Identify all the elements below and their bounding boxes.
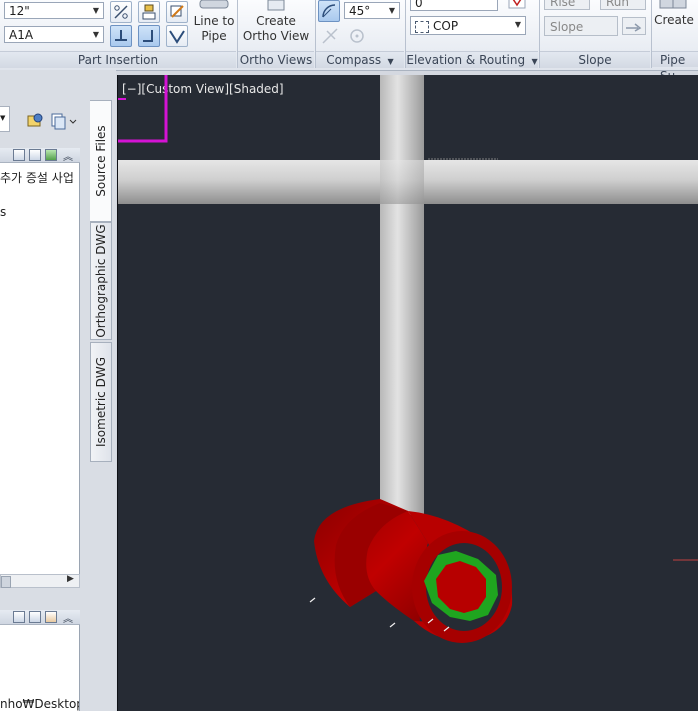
angle-combo[interactable]: 45° ▼: [344, 2, 400, 19]
rise-label: Rise: [550, 0, 576, 9]
slope-button[interactable]: [622, 17, 646, 35]
source-files-tree: 추가 증설 사업 s: [0, 163, 80, 575]
pipe-support-icon: [658, 0, 688, 10]
elbow-button[interactable]: [138, 25, 160, 47]
slope-placeholder: Slope: [550, 20, 584, 34]
part-insertion-title: Part Insertion: [0, 51, 236, 68]
tab-source-files-label: Source Files: [93, 125, 108, 197]
elevation-routing-title[interactable]: Elevation & Routing ▼: [406, 51, 538, 68]
vertical-pipe[interactable]: [380, 75, 424, 515]
line-to-pipe-label-2: Pipe: [201, 29, 227, 43]
valve-icon: [170, 5, 184, 18]
collapse-up-icon[interactable]: ︽: [63, 610, 73, 625]
scroll-thumb[interactable]: [1, 576, 11, 588]
valve-button[interactable]: [166, 1, 188, 23]
cop-combo[interactable]: COP ▼: [410, 16, 526, 35]
fitting-button[interactable]: [138, 1, 160, 23]
spec-combo[interactable]: A1A ▼: [4, 26, 104, 43]
chevron-down-icon: ▼: [514, 20, 522, 29]
chevron-down-icon: ▼: [92, 30, 100, 39]
tab-isometric-dwg[interactable]: Isometric DWG: [90, 342, 112, 462]
project-settings-icon[interactable]: [26, 112, 44, 130]
tree-node-project[interactable]: 추가 증설 사업: [0, 169, 74, 186]
tab-isometric-label: Isometric DWG: [94, 357, 108, 447]
tab-orthographic-dwg[interactable]: Orthographic DWG: [90, 222, 112, 340]
run-label: Run: [606, 0, 630, 9]
rise-input[interactable]: Rise: [544, 0, 590, 10]
elevation-input[interactable]: 0: [410, 0, 498, 11]
chevron-down-icon: ▼: [385, 57, 394, 66]
create-support-button[interactable]: Create: [652, 13, 696, 28]
create-ortho-label-2: Ortho View: [242, 29, 310, 43]
pipe-icon: [198, 0, 230, 14]
slope-input[interactable]: Slope: [544, 16, 618, 36]
cop-icon: [415, 20, 429, 33]
branch-button[interactable]: [110, 25, 132, 47]
angle-combo-value: 45°: [349, 4, 371, 18]
slope-arrow-icon: [626, 23, 642, 32]
model-viewport[interactable]: [−][Custom View][Shaded]: [117, 75, 698, 711]
ortho-view-icon: [262, 0, 290, 12]
edit-icon[interactable]: [45, 611, 57, 623]
compass-title-label: Compass: [326, 53, 382, 67]
percent-icon: [114, 5, 128, 19]
chevron-down-icon: ▼: [528, 57, 538, 66]
snap-disabled-icon: [320, 26, 342, 46]
project-manager-palette: ▼ ︽ 추가 증설 사업 s ▶ ︽ nho₩Desktop₩ Source F…: [0, 70, 116, 711]
create-ortho-view-button[interactable]: Create Ortho View: [240, 14, 312, 44]
size-combo-value: 12": [9, 4, 30, 18]
elevation-routing-title-label: Elevation & Routing: [406, 53, 526, 67]
spec-combo-value: A1A: [9, 28, 34, 42]
preview-icon[interactable]: [29, 611, 41, 623]
document-stack-icon: [51, 113, 77, 130]
ribbon: 12" ▼ A1A ▼ Line to Pipe Part Insertion …: [0, 0, 698, 83]
run-input[interactable]: Run: [600, 0, 646, 10]
project-dropdown[interactable]: ▼: [0, 106, 10, 132]
reducer-button[interactable]: [110, 1, 132, 23]
branch-icon: [115, 30, 127, 41]
file-path-text: nho₩Desktop₩: [0, 697, 79, 711]
compass-icon: [322, 4, 336, 18]
collapse-up-icon[interactable]: ︽: [63, 148, 73, 163]
details-panel: nho₩Desktop₩: [0, 625, 80, 711]
magenta-routing-line[interactable]: [118, 75, 168, 143]
size-combo[interactable]: 12" ▼: [4, 2, 104, 19]
ortho-views-title: Ortho Views: [238, 51, 314, 68]
support-icon: [169, 30, 185, 44]
tab-orthographic-label: Orthographic DWG: [94, 224, 108, 338]
elevation-value: 0: [415, 0, 423, 10]
target-disabled-icon: [346, 26, 368, 46]
fitting-icon: [142, 4, 156, 20]
slope-title: Slope: [540, 51, 650, 68]
tree-node-fragment[interactable]: s: [0, 205, 6, 219]
line-to-pipe-button[interactable]: Line to Pipe: [192, 14, 236, 44]
chevron-down-icon: ▼: [388, 6, 396, 15]
horizontal-scrollbar[interactable]: ▶: [0, 574, 80, 588]
compass-title[interactable]: Compass ▼: [316, 51, 404, 68]
support-button[interactable]: [166, 25, 188, 47]
project-manager-menu[interactable]: [50, 112, 78, 130]
cop-combo-value: COP: [433, 19, 459, 33]
line-to-pipe-label-1: Line to: [193, 14, 235, 28]
source-files-header: ︽: [0, 148, 80, 163]
elevation-pick-icon[interactable]: [508, 0, 526, 10]
copy-icon[interactable]: [29, 149, 41, 161]
tab-source-files[interactable]: Source Files: [90, 100, 112, 222]
properties-icon[interactable]: [13, 149, 25, 161]
refresh-icon[interactable]: [45, 149, 57, 161]
details-view-icon[interactable]: [13, 611, 25, 623]
details-header: ︽: [0, 610, 80, 625]
create-ortho-label-1: Create: [256, 14, 296, 28]
elbow-icon: [143, 30, 153, 42]
model-scene: [118, 75, 698, 643]
scroll-right-arrow-icon[interactable]: ▶: [67, 574, 74, 584]
create-support-label: Create: [654, 13, 694, 27]
chevron-down-icon: ▼: [92, 6, 100, 15]
compass-toggle-button[interactable]: [318, 0, 340, 22]
chevron-down-icon: ▼: [0, 114, 6, 122]
pipe-support-title: Pipe Su: [652, 51, 698, 83]
